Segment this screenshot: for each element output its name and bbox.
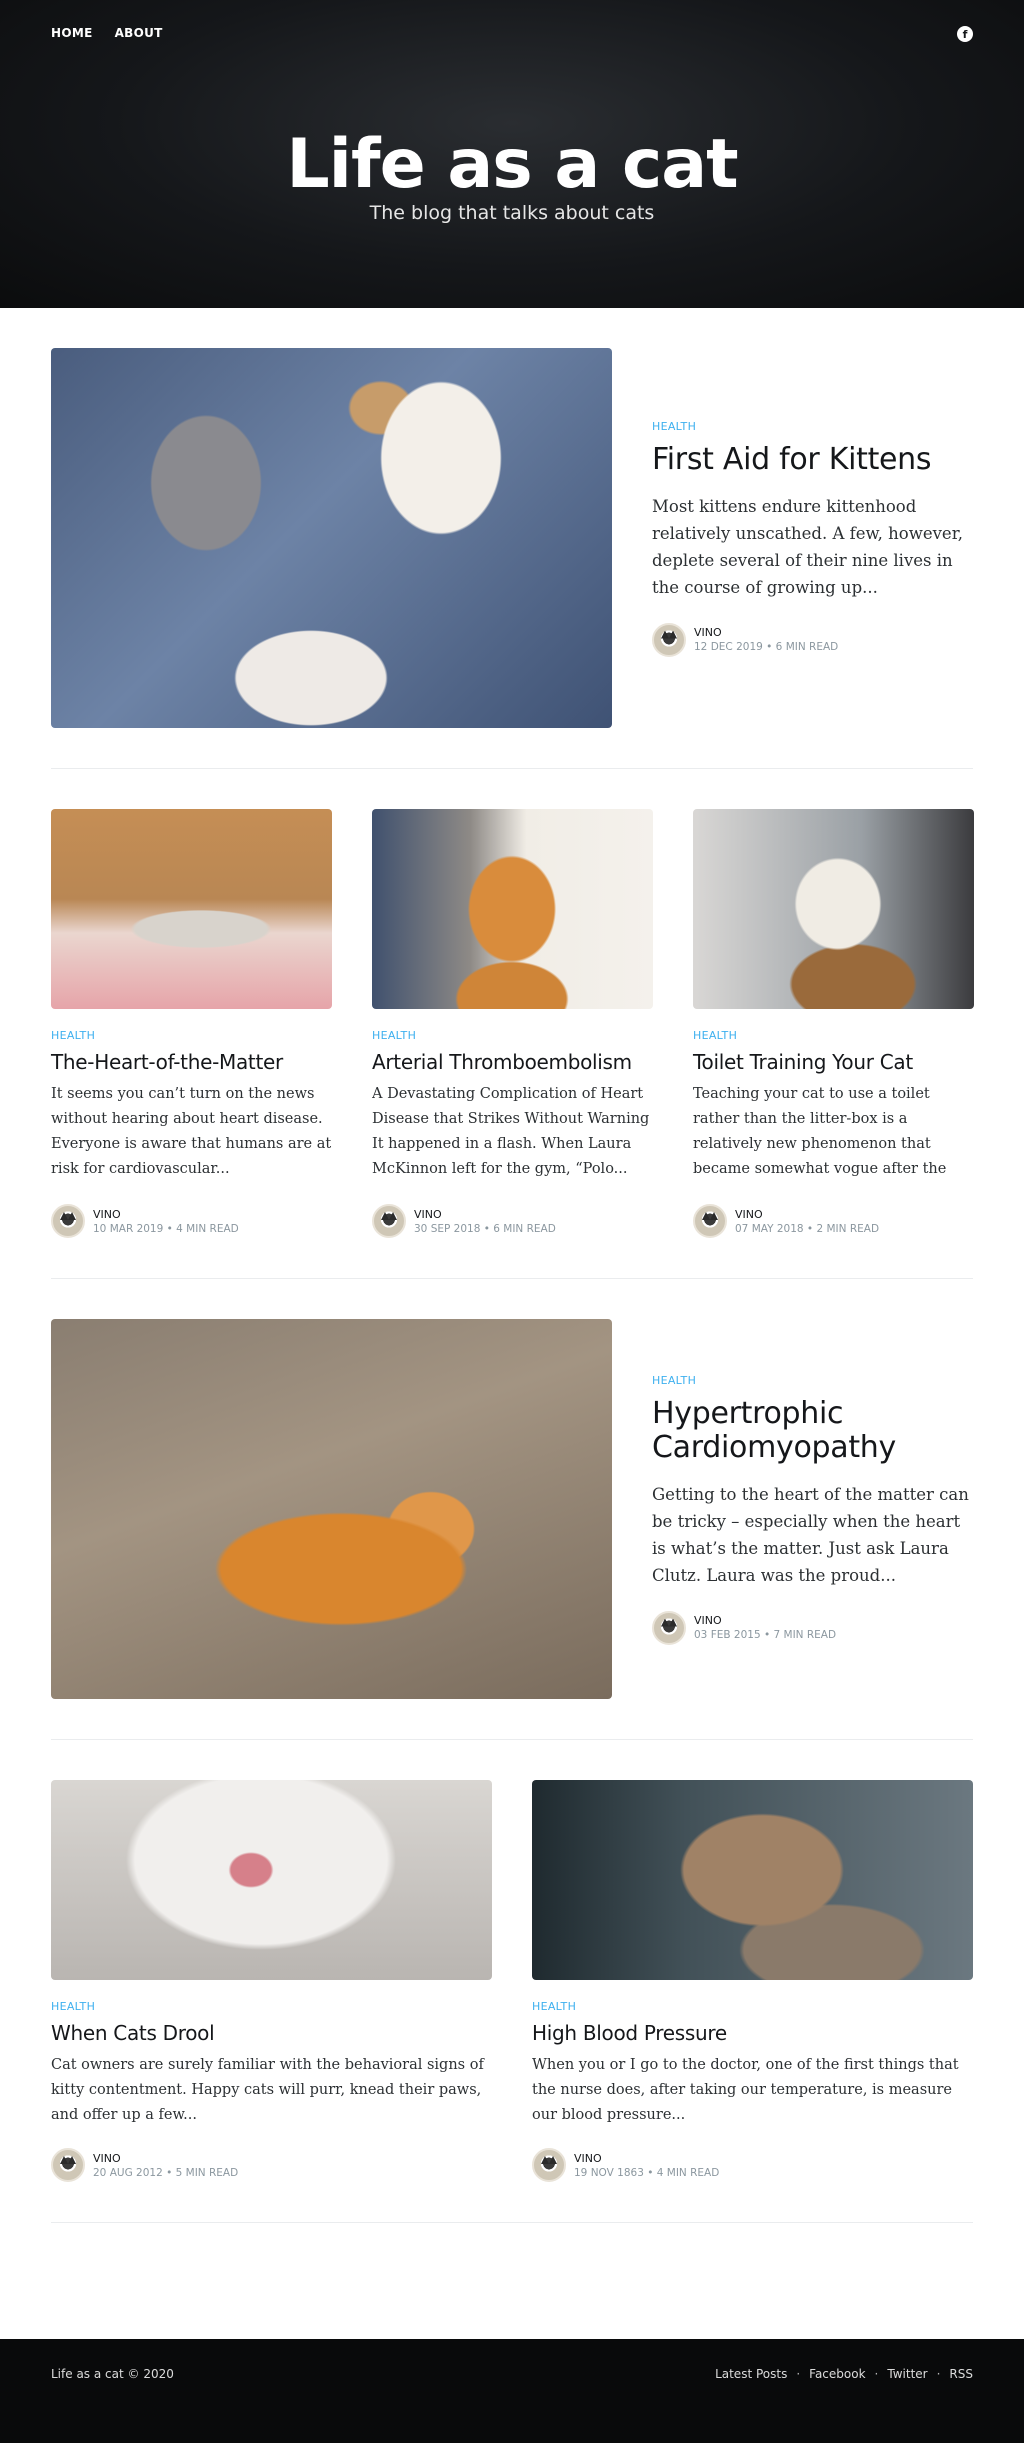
footer-link-rss[interactable]: RSS	[949, 2367, 973, 2381]
author-name[interactable]: Vino	[93, 2152, 238, 2165]
nav-home-link[interactable]: Home	[51, 26, 93, 40]
post-card[interactable]: Health The-Heart-of-the-Matter It seems …	[51, 809, 332, 1238]
post-image[interactable]	[532, 1780, 973, 1980]
author-name[interactable]: Vino	[414, 1208, 556, 1221]
post-meta: Vino 10 Mar 2019 • 4 min read	[51, 1204, 332, 1238]
divider	[51, 768, 973, 769]
post-tag[interactable]: Health	[652, 1374, 973, 1387]
footer-link-latest-posts[interactable]: Latest Posts	[715, 2367, 787, 2381]
author-name[interactable]: Vino	[694, 1614, 836, 1627]
post-excerpt: Most kittens endure kittenhood relativel…	[652, 496, 964, 597]
post-card[interactable]: Health High Blood Pressure When you or I…	[532, 1780, 973, 2182]
post-tag[interactable]: Health	[51, 1029, 332, 1042]
post-date-readtime: 03 Feb 2015 • 7 min read	[694, 1629, 837, 1641]
divider	[51, 1739, 973, 1740]
author-avatar[interactable]	[51, 2148, 85, 2182]
post-meta: Vino 07 May 2018 • 2 min read	[693, 1204, 974, 1238]
site-header: Home About f Life as a cat The blog that…	[0, 0, 1024, 308]
post-meta: Vino 19 Nov 1863 • 4 min read	[532, 2148, 973, 2182]
post-date-readtime: 30 Sep 2018 • 6 min read	[414, 1222, 556, 1235]
post-title[interactable]: High Blood Pressure	[532, 2019, 973, 2047]
post-image[interactable]	[51, 809, 332, 1009]
post-image[interactable]	[51, 1319, 612, 1699]
post-card-featured[interactable]: Health Hypertrophic Cardiomyopathy Getti…	[51, 1319, 973, 1699]
author-avatar[interactable]	[693, 1204, 727, 1238]
footer-nav: Latest Posts · Facebook · Twitter · RSS	[715, 2367, 973, 2381]
post-date-readtime: 10 Mar 2019 • 4 min read	[93, 1222, 239, 1235]
post-title[interactable]: Hypertrophic Cardiomyopathy	[652, 1396, 973, 1465]
post-card[interactable]: Health Arterial Thromboembolism A Devast…	[372, 809, 653, 1238]
post-feed: Health First Aid for Kittens Most kitten…	[0, 308, 1024, 2223]
post-date-readtime: 20 Aug 2012 • 5 min read	[93, 2166, 239, 2179]
post-title[interactable]: First Aid for Kittens	[652, 442, 973, 477]
post-title[interactable]: Toilet Training Your Cat	[693, 1048, 974, 1076]
author-avatar[interactable]	[532, 2148, 566, 2182]
post-title[interactable]: When Cats Drool	[51, 2019, 492, 2047]
nav-links: Home About	[51, 26, 163, 40]
site-description: The blog that talks about cats	[369, 202, 655, 224]
post-meta: Vino 12 Dec 2019 • 6 min read	[652, 622, 973, 657]
author-avatar[interactable]	[372, 1204, 406, 1238]
facebook-icon[interactable]: f	[957, 26, 973, 42]
post-date-readtime: 07 May 2018 • 2 min read	[735, 1222, 880, 1235]
post-excerpt: Teaching your cat to use a toilet rather…	[693, 1086, 947, 1177]
post-excerpt: When you or I go to the doctor, one of t…	[532, 2057, 959, 2123]
post-image[interactable]	[693, 809, 974, 1009]
footer-separator: ·	[796, 2367, 801, 2381]
main-nav: Home About f	[51, 24, 973, 42]
post-title[interactable]: The-Heart-of-the-Matter	[51, 1048, 332, 1076]
author-name[interactable]: Vino	[93, 1208, 239, 1221]
post-tag[interactable]: Health	[652, 420, 973, 433]
post-card[interactable]: Health Toilet Training Your Cat Teaching…	[693, 809, 974, 1238]
author-avatar[interactable]	[51, 1204, 85, 1238]
post-content: Health First Aid for Kittens Most kitten…	[652, 348, 973, 728]
post-row-two: Health When Cats Drool Cat owners are su…	[51, 1780, 973, 2182]
divider	[51, 1278, 973, 1279]
post-card-featured[interactable]: Health First Aid for Kittens Most kitten…	[51, 348, 973, 728]
post-excerpt: Cat owners are surely familiar with the …	[51, 2057, 484, 2123]
post-tag[interactable]: Health	[51, 2000, 492, 2013]
post-date-readtime: 12 Dec 2019 • 6 min read	[694, 641, 839, 653]
author-name[interactable]: Vino	[735, 1208, 879, 1221]
footer-copyright[interactable]: Life as a cat © 2020	[51, 2367, 174, 2381]
footer-link-twitter[interactable]: Twitter	[887, 2367, 927, 2381]
post-content: Health Hypertrophic Cardiomyopathy Getti…	[652, 1319, 973, 1699]
post-tag[interactable]: Health	[372, 1029, 653, 1042]
post-meta: Vino 03 Feb 2015 • 7 min read	[652, 1610, 973, 1645]
divider	[51, 2222, 973, 2223]
post-excerpt: A Devastating Complication of Heart Dise…	[372, 1086, 650, 1177]
post-image[interactable]	[51, 1780, 492, 1980]
author-avatar[interactable]	[652, 1610, 686, 1645]
author-name[interactable]: Vino	[574, 2152, 719, 2165]
site-title: Life as a cat	[286, 125, 738, 204]
author-name[interactable]: Vino	[694, 626, 838, 639]
footer-separator: ·	[936, 2367, 941, 2381]
post-row-three: Health The-Heart-of-the-Matter It seems …	[51, 809, 974, 1238]
post-tag[interactable]: Health	[693, 1029, 974, 1042]
post-meta: Vino 20 Aug 2012 • 5 min read	[51, 2148, 492, 2182]
post-meta: Vino 30 Sep 2018 • 6 min read	[372, 1204, 653, 1238]
nav-about-link[interactable]: About	[115, 26, 163, 40]
post-image[interactable]	[51, 348, 612, 728]
footer-separator: ·	[874, 2367, 879, 2381]
post-title[interactable]: Arterial Thromboembolism	[372, 1048, 653, 1076]
post-image[interactable]	[372, 809, 653, 1009]
post-excerpt: It seems you can’t turn on the news with…	[51, 1086, 332, 1177]
site-footer: Life as a cat © 2020 Latest Posts · Face…	[0, 2339, 1024, 2443]
author-avatar[interactable]	[652, 622, 686, 657]
post-excerpt: Getting to the heart of the matter can b…	[652, 1484, 969, 1585]
post-date-readtime: 19 Nov 1863 • 4 min read	[574, 2166, 720, 2179]
post-tag[interactable]: Health	[532, 2000, 973, 2013]
post-card[interactable]: Health When Cats Drool Cat owners are su…	[51, 1780, 492, 2182]
page: Home About f Life as a cat The blog that…	[0, 0, 1024, 2443]
footer-link-facebook[interactable]: Facebook	[809, 2367, 865, 2381]
